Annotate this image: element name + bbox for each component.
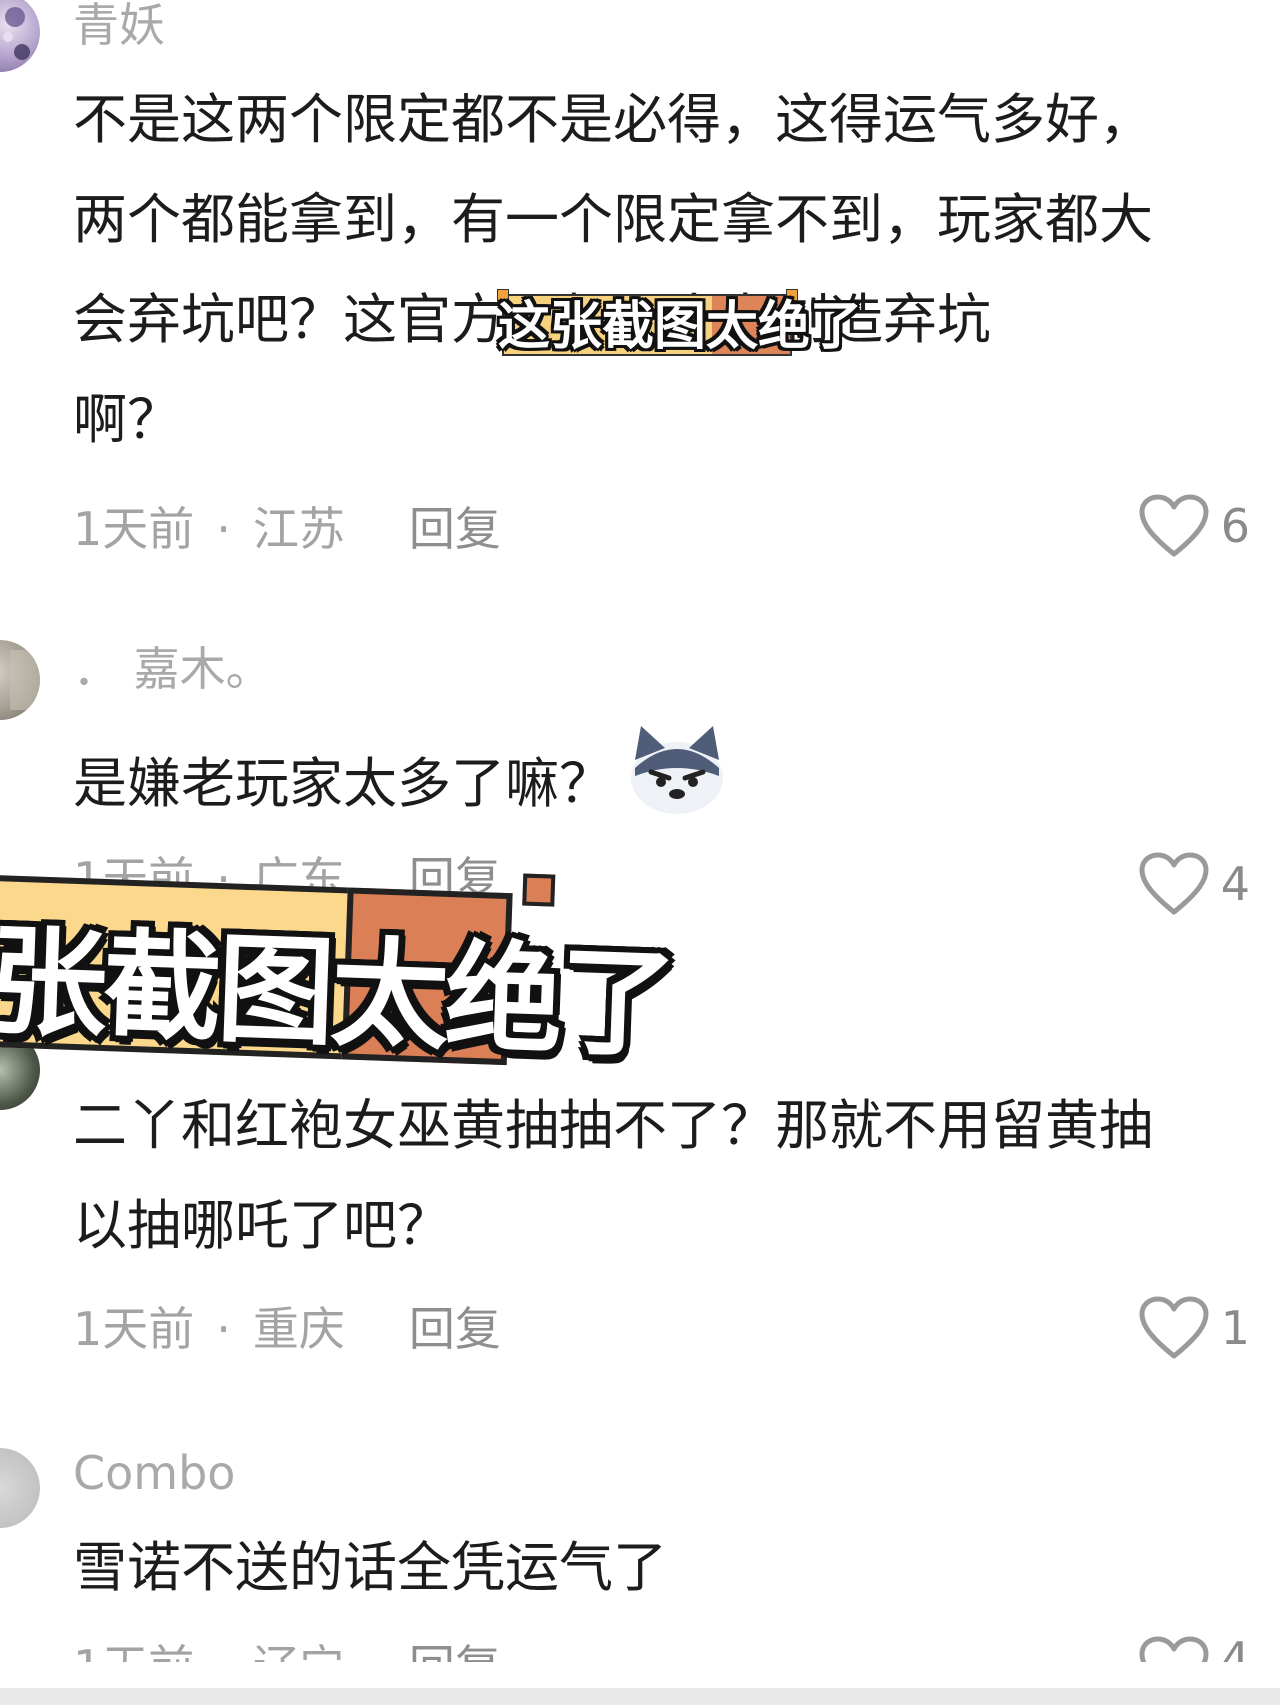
comment-location: 江苏 [252,502,345,556]
comment-location: 重庆 [252,1302,345,1356]
avatar[interactable] [0,0,40,72]
heart-outline-icon [1139,1296,1209,1359]
comment-line: 雪诺不送的话全凭运气了 [73,1536,667,1599]
username[interactable]: 青妖 [73,2,165,48]
like-button[interactable]: 4 [1139,852,1250,916]
separator-dot: · [216,1644,231,1662]
caption-text: 这张截图太绝了 [498,297,863,357]
comment-text: 是嫌老玩家太多了嘛？ [73,720,1280,848]
wolf-emoji-icon [627,720,727,848]
comment-meta: 1天前 · 重庆 回复 [73,1306,501,1352]
caption-banner-large: 张截图太绝了 [0,855,713,1090]
avatar[interactable] [0,1448,40,1528]
comment-line: 是嫌老玩家太多了嘛？ [73,720,1280,848]
comment-text: 二丫和红袍女巫黄抽抽不了？那就不用留黄抽 以抽哪吒了吧？ [73,1076,1280,1276]
like-count: 4 [1220,857,1250,911]
comment-list: 青妖 不是这两个限定都不是必得，这得运气多好， 两个都能拿到，有一个限定拿不到，… [0,0,1280,1705]
avatar-image [3,7,30,60]
username[interactable]: Combo [73,1450,235,1496]
username[interactable]: ． 嘉木。 [73,646,272,692]
comment-line: 不是这两个限定都不是必得，这得运气多好， [73,88,1153,151]
like-count: 4 [1221,1636,1250,1662]
heart-outline-icon [1139,852,1209,915]
comment-text: 雪诺不送的话全凭运气了 [73,1518,1280,1618]
reply-button[interactable]: 回复 [409,502,501,556]
comment-text: 不是这两个限定都不是必得，这得运气多好， 两个都能拿到，有一个限定拿不到，玩家都… [73,70,1280,470]
comment-line: 啊？ [73,388,181,451]
comment-line: 以抽哪吒了吧？ [73,1194,451,1257]
comment-time: 1天前 [73,1644,194,1662]
reply-button[interactable]: 回复 [409,1302,501,1356]
avatar-image [10,650,40,710]
caption-sticker-small[interactable]: 这张截图太绝了 [497,276,862,364]
comment-line: 两个都能拿到，有一个限定拿不到，玩家都大 [73,188,1153,251]
comment-time: 1天前 [73,1302,195,1356]
avatar[interactable] [0,640,40,720]
like-button[interactable]: 1 [1139,1296,1250,1360]
comment-meta: 1天前 · 辽宁 回复 [73,1644,501,1662]
separator-dot: · [216,502,231,556]
heart-outline-icon [1139,494,1209,557]
bottom-bar [0,1688,1280,1705]
comment-time: 1天前 [73,502,195,556]
comment-location: 辽宁 [253,1644,345,1662]
comment-line-text: 是嫌老玩家太多了嘛？ [73,752,613,815]
like-button[interactable]: 4 [1139,1636,1250,1662]
separator-dot: · [216,1302,231,1356]
reply-button[interactable]: 回复 [409,1644,501,1662]
heart-outline-icon [1139,1636,1209,1662]
banner-handle [522,873,556,907]
like-count: 6 [1220,499,1250,553]
like-button[interactable]: 6 [1139,494,1250,558]
like-count: 1 [1220,1301,1250,1355]
comment-line: 二丫和红袍女巫黄抽抽不了？那就不用留黄抽 [73,1094,1153,1157]
banner-text: 张截图太绝了 [0,912,676,1074]
comment-meta: 1天前 · 江苏 回复 [73,506,501,552]
